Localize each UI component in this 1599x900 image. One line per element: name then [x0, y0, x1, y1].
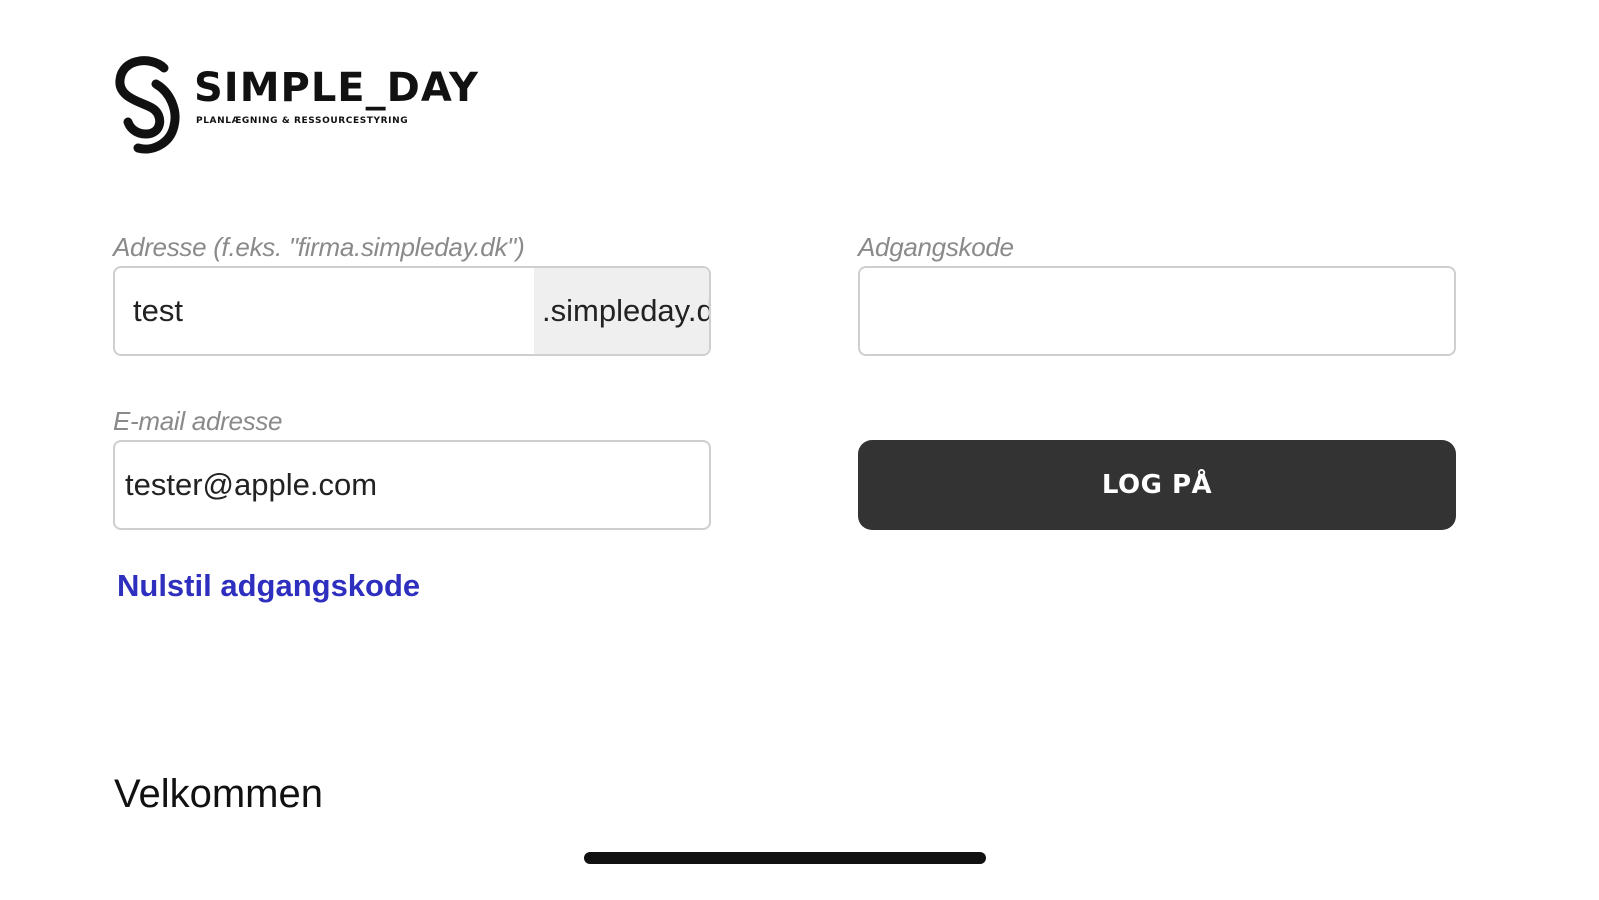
- logo-tagline: PLANLÆGNING & RESSOURCESTYRING: [196, 116, 409, 126]
- login-page: SIMPLE_DAY PLANLÆGNING & RESSOURCESTYRIN…: [0, 0, 1599, 900]
- password-label: Adgangskode: [858, 232, 1014, 262]
- address-field: .simpleday.dk: [113, 266, 711, 356]
- address-label: Adresse (f.eks. "firma.simpleday.dk"): [113, 232, 525, 262]
- simple-day-logo-icon: [115, 56, 180, 154]
- reset-password-link[interactable]: Nulstil adgangskode: [117, 568, 420, 604]
- email-input[interactable]: [115, 442, 709, 528]
- email-field: [113, 440, 711, 530]
- address-input[interactable]: [115, 268, 534, 354]
- home-indicator[interactable]: [584, 852, 986, 864]
- password-input[interactable]: [860, 268, 1454, 354]
- welcome-heading: Velkommen: [114, 772, 323, 816]
- logo-name: SIMPLE_DAY: [194, 65, 479, 111]
- email-label: E-mail adresse: [113, 406, 283, 436]
- password-field: [858, 266, 1456, 356]
- logo: SIMPLE_DAY PLANLÆGNING & RESSOURCESTYRIN…: [112, 54, 479, 154]
- login-button[interactable]: LOG PÅ: [858, 440, 1456, 530]
- logo-text: SIMPLE_DAY PLANLÆGNING & RESSOURCESTYRIN…: [194, 54, 479, 154]
- domain-suffix: .simpleday.dk: [534, 268, 709, 354]
